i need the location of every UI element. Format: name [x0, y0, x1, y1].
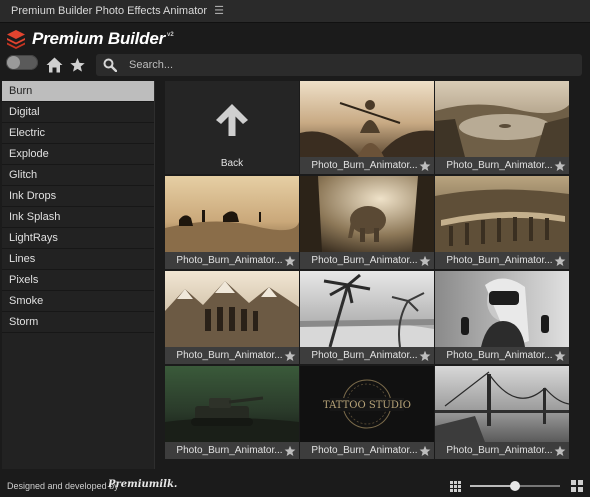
- tile-label: Photo_Burn_Animator...: [446, 255, 553, 266]
- toggle-knob: [7, 56, 20, 69]
- effect-tile[interactable]: Photo_Burn_Animator...: [435, 81, 569, 174]
- favorite-star-icon[interactable]: [554, 160, 566, 172]
- effect-tile[interactable]: Photo_Burn_Animator...: [435, 176, 569, 269]
- toolbar: [0, 54, 590, 78]
- tile-label: Photo_Burn_Animator...: [446, 160, 553, 171]
- thumbnail-vr: [435, 271, 569, 347]
- sidebar-item-ink-splash[interactable]: Ink Splash: [2, 207, 154, 228]
- thumbnail-grid: Back Photo_Burn_Animator... Photo_Burn_A…: [165, 81, 570, 461]
- tile-caption: Photo_Burn_Animator...: [165, 347, 299, 364]
- favorite-star-icon[interactable]: [419, 160, 431, 172]
- favorite-star-icon[interactable]: [554, 350, 566, 362]
- effect-tile[interactable]: Photo_Burn_Animator...: [165, 271, 299, 364]
- sidebar-item-storm[interactable]: Storm: [2, 312, 154, 333]
- tile-caption: Photo_Burn_Animator...: [300, 347, 434, 364]
- sidebar-item-explode[interactable]: Explode: [2, 144, 154, 165]
- thumbnail-kayak: [300, 81, 434, 157]
- favorite-star-icon[interactable]: [419, 445, 431, 457]
- sidebar-item-burn[interactable]: Burn: [2, 81, 154, 102]
- tile-caption: Photo_Burn_Animator...: [300, 442, 434, 459]
- thumbnail-tank: [165, 366, 299, 442]
- thumbnail-elephant: [300, 176, 434, 252]
- thumbnail-hikers: [165, 271, 299, 347]
- search-icon: [103, 58, 117, 72]
- tile-caption: Photo_Burn_Animator...: [435, 347, 569, 364]
- favorites-star-icon[interactable]: [69, 57, 86, 73]
- effect-tile[interactable]: Photo_Burn_Animator...: [435, 271, 569, 364]
- sidebar-item-digital[interactable]: Digital: [2, 102, 154, 123]
- title-bar: Premium Builder Photo Effects Animator ☰: [0, 0, 590, 23]
- footer: Designed and developed by Premiumilk.: [0, 476, 590, 497]
- slider-fill: [470, 485, 515, 487]
- thumbnail-palms: [300, 271, 434, 347]
- sidebar-item-ink-drops[interactable]: Ink Drops: [2, 186, 154, 207]
- sidebar-item-lightrays[interactable]: LightRays: [2, 228, 154, 249]
- effect-tile[interactable]: Photo_Burn_Animator...: [165, 176, 299, 269]
- tile-label: Photo_Burn_Animator...: [311, 160, 418, 171]
- favorite-star-icon[interactable]: [419, 350, 431, 362]
- tile-label: Photo_Burn_Animator...: [311, 445, 418, 456]
- brand-header: Premium Builder v2: [6, 27, 174, 51]
- favorite-star-icon[interactable]: [284, 445, 296, 457]
- sidebar-item-electric[interactable]: Electric: [2, 123, 154, 144]
- tile-caption: Photo_Burn_Animator...: [435, 252, 569, 269]
- large-grid-icon[interactable]: [571, 480, 583, 492]
- tile-label: Photo_Burn_Animator...: [446, 350, 553, 361]
- thumbnail-viaduct: [435, 176, 569, 252]
- back-label: Back: [220, 158, 244, 169]
- tile-caption: Photo_Burn_Animator...: [300, 157, 434, 174]
- window-title: Premium Builder Photo Effects Animator: [11, 5, 208, 17]
- thumbnail-lake: [435, 81, 569, 157]
- effect-tile[interactable]: Photo_Burn_Animator...: [435, 366, 569, 459]
- thumbnail-text: TATTOO STUDIO: [323, 400, 411, 411]
- thumbnail-bridge: [435, 366, 569, 442]
- tile-label: Photo_Burn_Animator...: [176, 350, 283, 361]
- search-bar[interactable]: [96, 54, 582, 76]
- favorite-star-icon[interactable]: [554, 445, 566, 457]
- effect-tile[interactable]: Photo_Burn_Animator...: [300, 176, 434, 269]
- favorite-star-icon[interactable]: [419, 255, 431, 267]
- tile-label: Photo_Burn_Animator...: [311, 255, 418, 266]
- home-icon[interactable]: [46, 57, 63, 73]
- thumbnail-desert: [165, 176, 299, 252]
- sidebar-item-pixels[interactable]: Pixels: [2, 270, 154, 291]
- favorite-star-icon[interactable]: [284, 350, 296, 362]
- tile-label: Photo_Burn_Animator...: [176, 255, 283, 266]
- tile-label: Photo_Burn_Animator...: [311, 350, 418, 361]
- sidebar-item-smoke[interactable]: Smoke: [2, 291, 154, 312]
- tile-caption: Photo_Burn_Animator...: [165, 442, 299, 459]
- brand-version: v2: [167, 32, 174, 38]
- tile-label: Photo_Burn_Animator...: [176, 445, 283, 456]
- slider-handle[interactable]: [510, 481, 520, 491]
- effect-tile[interactable]: Photo_Burn_Animator...: [300, 81, 434, 174]
- brand-name: Premium Builder: [32, 29, 166, 48]
- tile-caption: Photo_Burn_Animator...: [165, 252, 299, 269]
- back-tile[interactable]: Back: [165, 81, 299, 174]
- stacked-layers-logo-icon: [7, 30, 25, 49]
- small-grid-icon[interactable]: [450, 481, 461, 492]
- category-sidebar: Burn Digital Electric Explode Glitch Ink Drop…: [2, 81, 155, 469]
- maker-logo: Premiumilk.: [108, 479, 178, 490]
- thumbnail-size-slider[interactable]: [470, 481, 560, 491]
- hamburger-icon[interactable]: ☰: [214, 5, 224, 17]
- tile-caption: Photo_Burn_Animator...: [435, 157, 569, 174]
- favorite-star-icon[interactable]: [554, 255, 566, 267]
- sidebar-item-glitch[interactable]: Glitch: [2, 165, 154, 186]
- tile-label: Photo_Burn_Animator...: [446, 445, 553, 456]
- thumbnail-tattoo: TATTOO STUDIO: [300, 366, 434, 442]
- effect-tile[interactable]: Photo_Burn_Animator...: [165, 366, 299, 459]
- arrow-up-icon: [216, 104, 248, 136]
- search-input[interactable]: [127, 58, 551, 72]
- tile-caption: Photo_Burn_Animator...: [435, 442, 569, 459]
- effect-tile[interactable]: Photo_Burn_Animator...: [300, 271, 434, 364]
- tile-caption: Photo_Burn_Animator...: [300, 252, 434, 269]
- effect-tile[interactable]: TATTOO STUDIO Photo_Burn_Animator...: [300, 366, 434, 459]
- sidebar-item-lines[interactable]: Lines: [2, 249, 154, 270]
- mode-toggle[interactable]: [6, 55, 38, 70]
- favorite-star-icon[interactable]: [284, 255, 296, 267]
- credit-text: Designed and developed by: [7, 481, 119, 491]
